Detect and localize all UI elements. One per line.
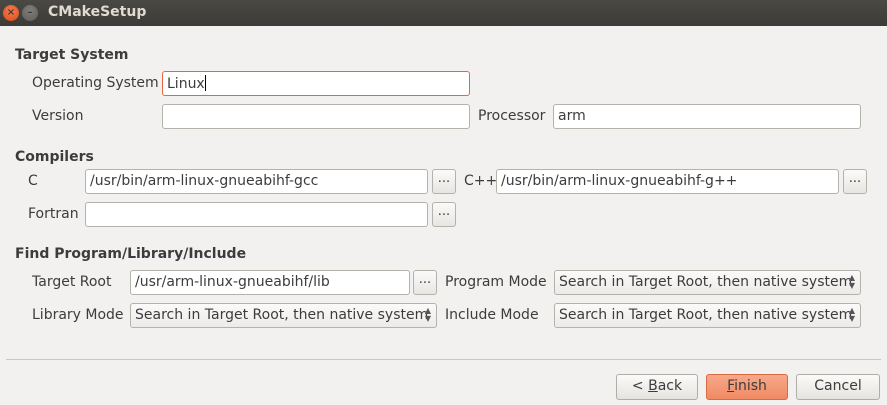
compilers-heading: Compilers — [15, 149, 94, 165]
spinner-arrows-icon: ▲ ▼ — [848, 306, 855, 323]
operating-system-input[interactable]: Linux — [162, 71, 470, 96]
cancel-button[interactable]: Cancel — [796, 374, 880, 400]
target-root-browse-button[interactable]: ... — [413, 270, 437, 295]
separator — [6, 359, 881, 360]
processor-input[interactable]: arm — [553, 104, 861, 129]
operating-system-value: Linux — [167, 76, 205, 92]
spinner-arrows-icon: ▲ ▼ — [848, 273, 855, 290]
cxx-compiler-input[interactable]: /usr/bin/arm-linux-gnueabihf-g++ — [496, 169, 839, 194]
processor-label: Processor — [478, 108, 546, 124]
text-caret — [204, 75, 206, 91]
library-mode-select[interactable]: Search in Target Root, then native syste… — [130, 303, 437, 328]
c-compiler-label: C — [28, 173, 38, 189]
fortran-compiler-label: Fortran — [28, 206, 79, 222]
program-mode-value: Search in Target Root, then native syste… — [559, 274, 853, 290]
find-heading: Find Program/Library/Include — [15, 246, 247, 262]
window-title: CMakeSetup — [48, 4, 147, 20]
title-bar: × – CMakeSetup — [0, 0, 887, 26]
program-mode-label: Program Mode — [445, 274, 547, 290]
spinner-arrows-icon: ▲ ▼ — [424, 306, 431, 323]
back-mnemonic: B — [648, 378, 658, 394]
close-icon[interactable]: × — [3, 5, 19, 21]
finish-button[interactable]: Finish — [706, 374, 788, 400]
cxx-compiler-browse-button[interactable]: ... — [843, 169, 867, 194]
minimize-icon[interactable]: – — [22, 5, 38, 21]
finish-label: inish — [734, 378, 767, 394]
cxx-compiler-label: C++ — [464, 173, 498, 189]
program-mode-select[interactable]: Search in Target Root, then native syste… — [554, 270, 861, 295]
version-label: Version — [32, 108, 84, 124]
target-root-input[interactable]: /usr/arm-linux-gnueabihf/lib — [130, 270, 410, 295]
fortran-compiler-input[interactable] — [85, 202, 428, 227]
c-compiler-input[interactable]: /usr/bin/arm-linux-gnueabihf-gcc — [85, 169, 428, 194]
operating-system-label: Operating System — [32, 75, 159, 91]
include-mode-value: Search in Target Root, then native syste… — [559, 307, 853, 323]
library-mode-value: Search in Target Root, then native syste… — [135, 307, 429, 323]
library-mode-label: Library Mode — [32, 307, 124, 323]
c-compiler-browse-button[interactable]: ... — [432, 169, 456, 194]
include-mode-select[interactable]: Search in Target Root, then native syste… — [554, 303, 861, 328]
target-root-label: Target Root — [32, 274, 112, 290]
back-prefix: < — [631, 378, 649, 394]
version-input[interactable] — [162, 104, 470, 129]
target-system-heading: Target System — [15, 47, 129, 63]
back-button[interactable]: < Back — [616, 374, 698, 400]
include-mode-label: Include Mode — [445, 307, 539, 323]
back-label: ack — [657, 378, 683, 394]
fortran-compiler-browse-button[interactable]: ... — [432, 202, 456, 227]
